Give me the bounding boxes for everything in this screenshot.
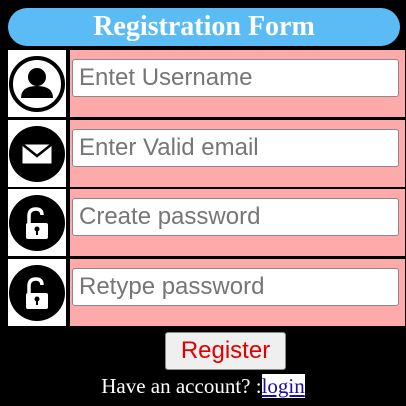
envelope-icon <box>8 120 66 187</box>
email-row <box>8 120 405 187</box>
username-row <box>8 50 405 117</box>
email-field-cell <box>70 120 405 187</box>
retype-password-field-cell <box>70 259 405 326</box>
create-password-row <box>8 189 405 256</box>
registration-page: Registration Form Entet Username Enter V… <box>0 0 406 406</box>
account-prompt-text: Have an account? : <box>101 374 262 398</box>
register-button[interactable]: Register <box>165 332 286 370</box>
unlock-icon <box>8 259 66 326</box>
login-link[interactable]: login <box>261 374 305 398</box>
unlock-icon <box>8 189 66 256</box>
username-field-cell <box>70 50 405 117</box>
create-password-input[interactable] <box>72 198 399 236</box>
form-title: Registration Form <box>8 8 400 46</box>
user-icon <box>8 50 66 117</box>
retype-password-row <box>8 259 405 326</box>
create-password-field-cell <box>70 189 405 256</box>
username-input[interactable] <box>72 59 399 97</box>
account-prompt-line: Have an account? :login <box>0 374 406 399</box>
email-input[interactable] <box>72 129 399 167</box>
retype-password-input[interactable] <box>72 268 399 306</box>
